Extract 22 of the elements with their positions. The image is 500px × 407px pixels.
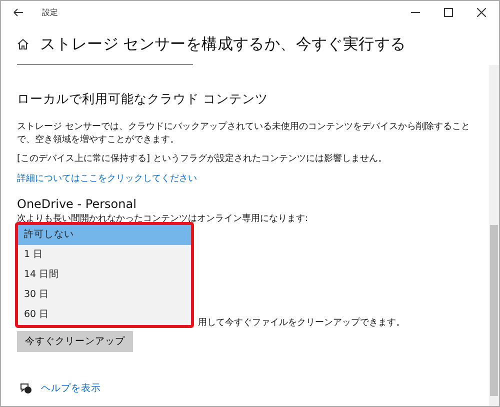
page-title: ストレージ センサーを構成するか、今すぐ実行する xyxy=(40,34,406,54)
cleanup-text: 用して今すぐファイルをクリーンアップできます。 xyxy=(198,317,406,329)
dropdown-option[interactable]: 14 日間 xyxy=(18,265,191,285)
cleanup-button[interactable]: 今すぐクリーンアップ xyxy=(17,331,133,352)
dropdown-option[interactable]: 1 日 xyxy=(18,245,191,265)
onedrive-heading: OneDrive - Personal xyxy=(17,197,138,211)
help-link[interactable]: ヘルプを表示 xyxy=(41,382,101,395)
close-icon[interactable] xyxy=(477,8,486,16)
maximize-icon[interactable] xyxy=(444,8,453,16)
window-title: 設定 xyxy=(42,6,58,18)
note-text: [このデバイス上に常に保持する] というフラグが設定されたコンテンツには影響しません。 xyxy=(17,152,388,165)
back-arrow-icon[interactable] xyxy=(13,8,24,16)
description-text: ストレージ センサーでは、クラウドにバックアップされている未使用のコンテンツをデバイスから削除することで、空き領域を増やすことができます。 xyxy=(17,121,471,147)
help-icon[interactable] xyxy=(20,383,32,394)
scroll-thumb[interactable] xyxy=(490,225,498,396)
dropdown-option[interactable]: 30 日 xyxy=(18,285,191,305)
section-heading: ローカルで利用可能なクラウド コンテンツ xyxy=(17,91,269,108)
details-link[interactable]: 詳細についてはここをクリックしてください xyxy=(17,172,479,185)
scrollbar[interactable] xyxy=(489,65,499,406)
home-icon[interactable] xyxy=(17,38,29,50)
dropdown-option[interactable]: 60 日 xyxy=(18,305,191,325)
dropdown-option[interactable]: 許可しない xyxy=(18,225,191,245)
